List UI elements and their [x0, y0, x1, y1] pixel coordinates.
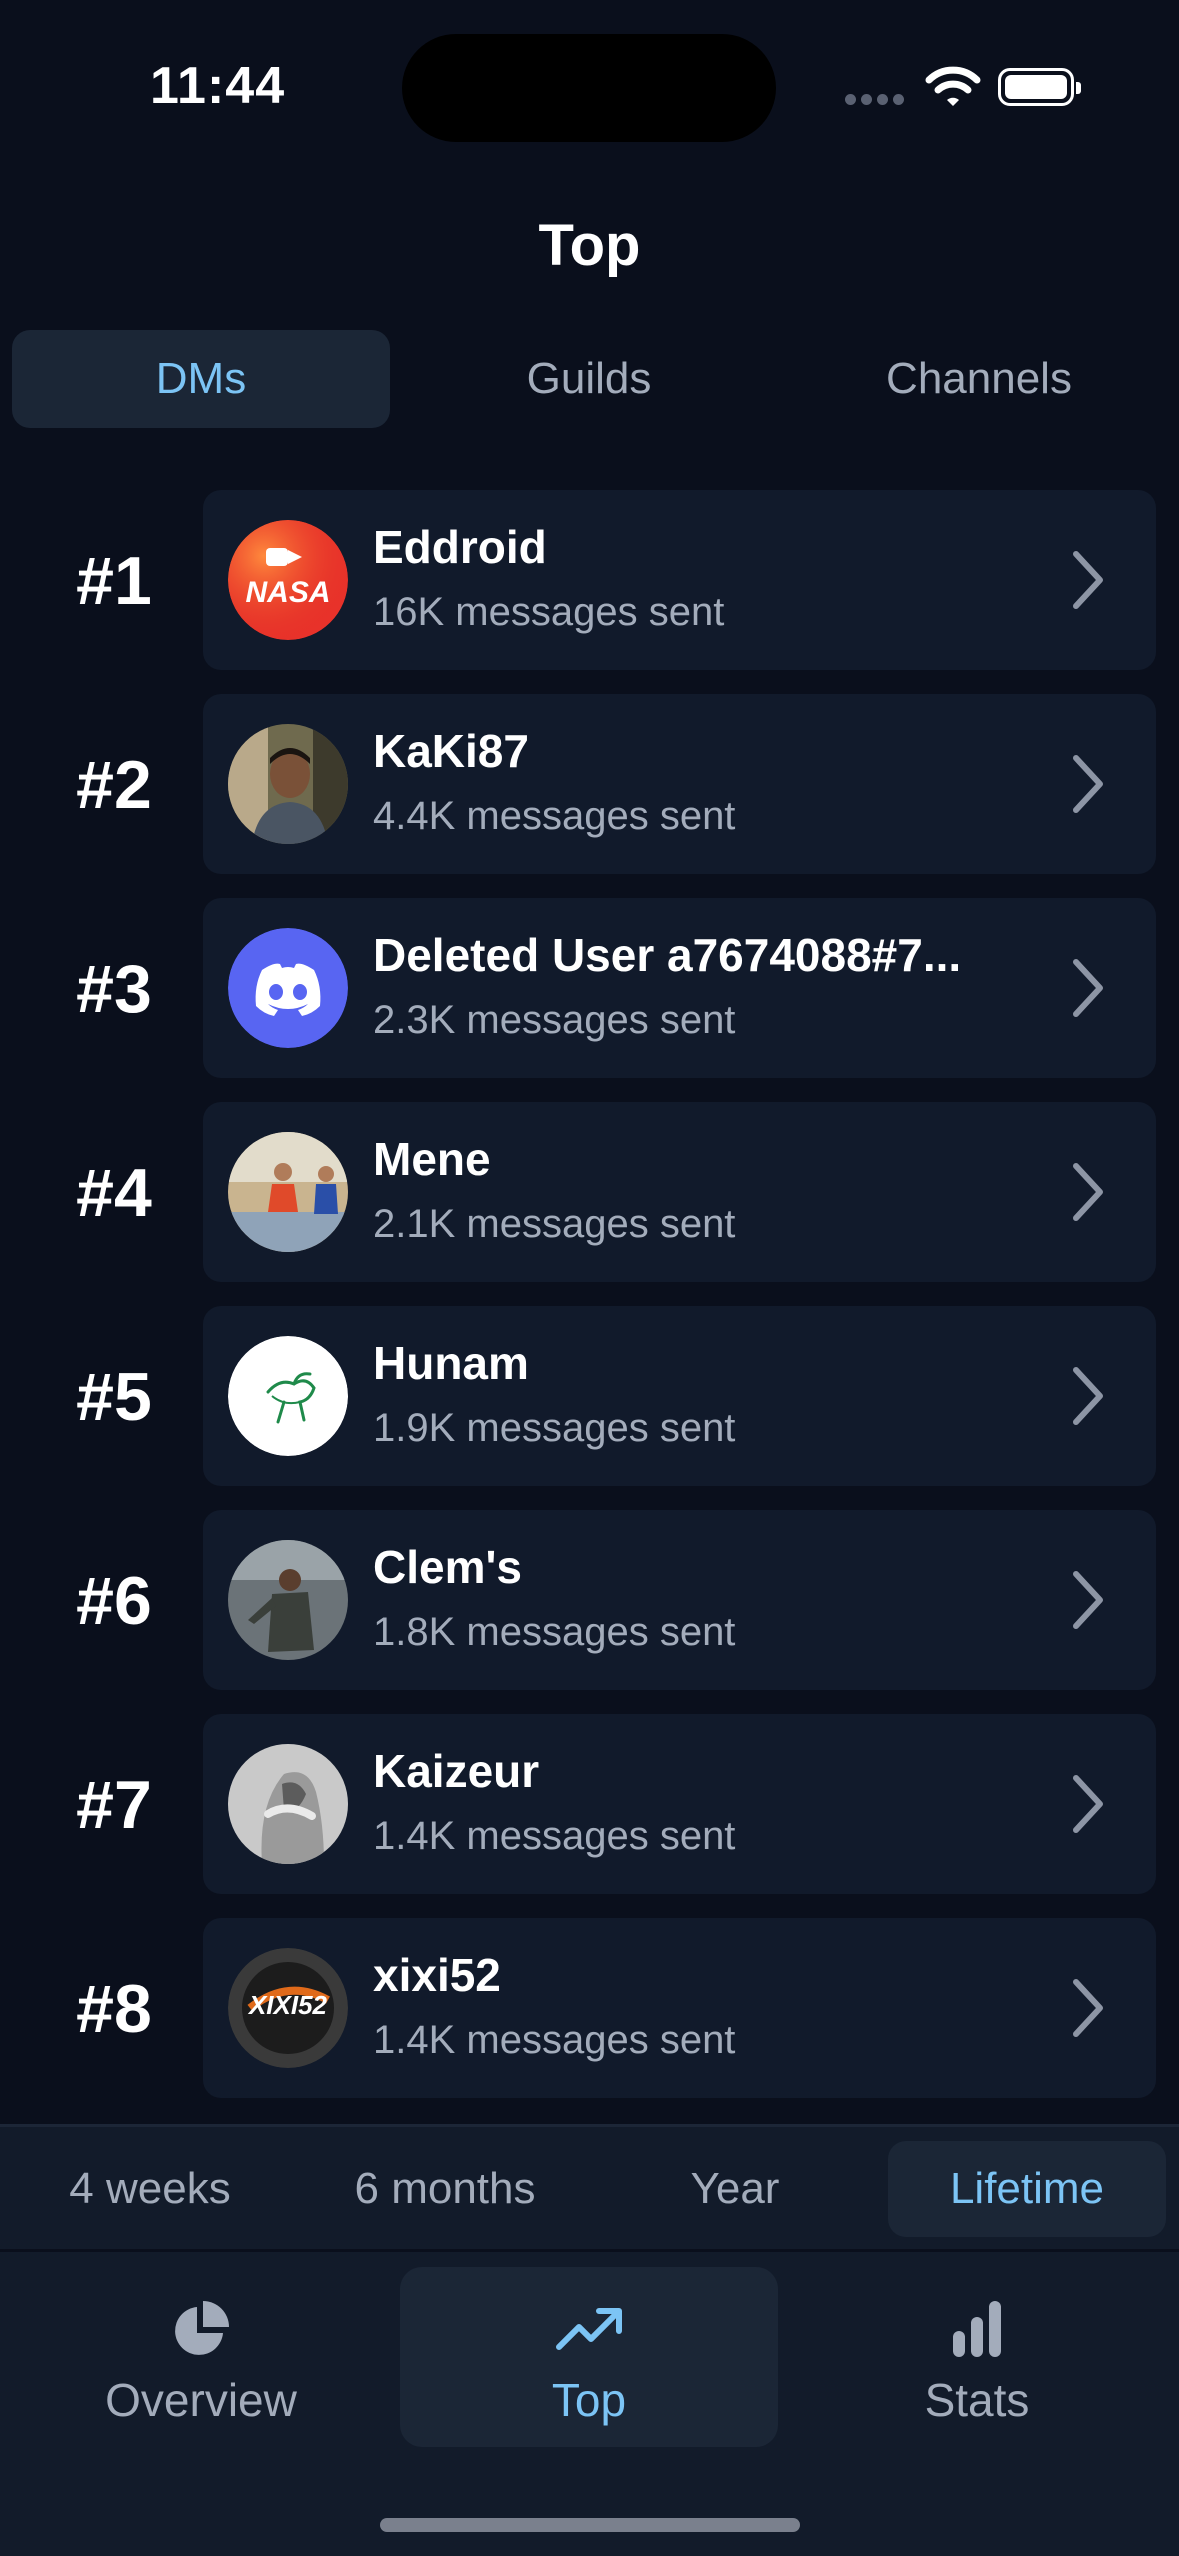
message-count: 4.4K messages sent: [373, 794, 736, 838]
user-card-deleted-user[interactable]: Deleted User a7674088#7... 2.3K messages…: [203, 898, 1156, 1078]
message-count: 1.4K messages sent: [373, 1814, 736, 1858]
person-photo-avatar: [228, 724, 348, 844]
svg-text:XIXI52: XIXI52: [247, 1990, 328, 2020]
segment-dms[interactable]: DMs: [12, 330, 390, 428]
period-segmented-control: 4 weeks 6 months Year Lifetime: [0, 2141, 1179, 2241]
user-card-mene[interactable]: Mene 2.1K messages sent: [203, 1102, 1156, 1282]
bar-chart-icon: [953, 2301, 1001, 2357]
trending-up-icon: [556, 2308, 622, 2350]
page-title: Top: [538, 213, 641, 278]
status-time: 11:44: [150, 57, 286, 115]
user-name: Deleted User a7674088#7...: [373, 929, 962, 981]
dynamic-island: [402, 34, 776, 142]
wifi-icon: [925, 66, 981, 106]
period-6-months[interactable]: 6 months: [300, 2141, 590, 2237]
rank-label: #4: [76, 1155, 152, 1231]
segment-guilds[interactable]: Guilds: [400, 330, 778, 428]
discord-logo-avatar: [228, 928, 348, 1048]
user-name: KaKi87: [373, 725, 529, 777]
chevron-right-icon: [1073, 1163, 1103, 1221]
hooded-figure-avatar: [228, 1744, 348, 1864]
pie-chart-icon: [175, 2301, 229, 2355]
list-item: #4 Mene 2.1K messages sent: [0, 1102, 1179, 1284]
chevron-right-icon: [1073, 755, 1103, 813]
movie-still-avatar: [228, 1540, 348, 1660]
user-card-hunam[interactable]: Hunam 1.9K messages sent: [203, 1306, 1156, 1486]
period-year[interactable]: Year: [600, 2141, 870, 2237]
message-count: 1.4K messages sent: [373, 2018, 736, 2062]
list-item: #8 XIXI52 xixi52 1.4K messages sent: [0, 1918, 1179, 2100]
list-item: #2 KaKi87 4.4K messages sent: [0, 694, 1179, 876]
list-item: #1 NASA Eddroid 16K messages sent: [0, 490, 1179, 672]
home-indicator: [380, 2518, 800, 2532]
list-item: #6 Clem's 1.8K messages sent: [0, 1510, 1179, 1692]
divider: [0, 2249, 1179, 2252]
tab-label: Top: [551, 2374, 627, 2426]
green-sketch-avatar: [228, 1336, 348, 1456]
message-count: 2.3K messages sent: [373, 998, 736, 1042]
chevron-right-icon: [1073, 959, 1103, 1017]
user-name: Mene: [373, 1133, 491, 1185]
svg-text:NASA: NASA: [245, 576, 330, 609]
user-card-clems[interactable]: Clem's 1.8K messages sent: [203, 1510, 1156, 1690]
tab-stats[interactable]: Stats: [788, 2267, 1166, 2447]
user-name: Hunam: [373, 1337, 529, 1389]
list-item: #7 Kaizeur 1.4K messages sent: [0, 1714, 1179, 1896]
tab-label: Stats: [924, 2374, 1030, 2426]
user-name: Eddroid: [373, 521, 547, 573]
chevron-right-icon: [1073, 1979, 1103, 2037]
user-card-kaki87[interactable]: KaKi87 4.4K messages sent: [203, 694, 1156, 874]
chevron-right-icon: [1073, 1367, 1103, 1425]
rank-label: #7: [76, 1767, 152, 1843]
chevron-right-icon: [1073, 1775, 1103, 1833]
segment-channels[interactable]: Channels: [790, 330, 1168, 428]
rank-label: #3: [76, 951, 152, 1027]
rank-label: #8: [76, 1971, 152, 2047]
nasa-logo-avatar: NASA: [228, 520, 348, 640]
message-count: 2.1K messages sent: [373, 1202, 736, 1246]
chevron-right-icon: [1073, 551, 1103, 609]
tab-overview[interactable]: Overview: [12, 2267, 390, 2447]
rank-label: #5: [76, 1359, 152, 1435]
tab-label: Overview: [105, 2374, 297, 2426]
bottom-panel: 4 weeks 6 months Year Lifetime Overview …: [0, 2124, 1179, 2556]
user-name: xixi52: [373, 1949, 501, 2001]
xixi52-logo-avatar: XIXI52: [228, 1948, 348, 2068]
tab-top[interactable]: Top: [400, 2267, 778, 2447]
user-card-xixi52[interactable]: XIXI52 xixi52 1.4K messages sent: [203, 1918, 1156, 2098]
chevron-right-icon: [1073, 1571, 1103, 1629]
category-segmented-control: DMs Guilds Channels: [0, 330, 1179, 430]
period-4-weeks[interactable]: 4 weeks: [10, 2141, 290, 2237]
rank-label: #6: [76, 1563, 152, 1639]
message-count: 16K messages sent: [373, 590, 725, 634]
message-count: 1.9K messages sent: [373, 1406, 736, 1450]
cellular-signal-icon: [845, 94, 905, 106]
period-lifetime[interactable]: Lifetime: [888, 2141, 1166, 2237]
rank-label: #1: [76, 543, 152, 619]
list-item: #5 Hunam 1.9K messages sent: [0, 1306, 1179, 1488]
sports-photo-avatar: [228, 1132, 348, 1252]
status-bar: 11:44: [0, 0, 1179, 180]
user-card-eddroid[interactable]: NASA Eddroid 16K messages sent: [203, 490, 1156, 670]
user-name: Clem's: [373, 1541, 523, 1593]
user-card-kaizeur[interactable]: Kaizeur 1.4K messages sent: [203, 1714, 1156, 1894]
user-name: Kaizeur: [373, 1745, 540, 1797]
battery-icon: [998, 68, 1081, 106]
list-item: #3 Deleted User a7674088#7... 2.3K messa…: [0, 898, 1179, 1080]
rank-label: #2: [76, 747, 152, 823]
message-count: 1.8K messages sent: [373, 1610, 736, 1654]
